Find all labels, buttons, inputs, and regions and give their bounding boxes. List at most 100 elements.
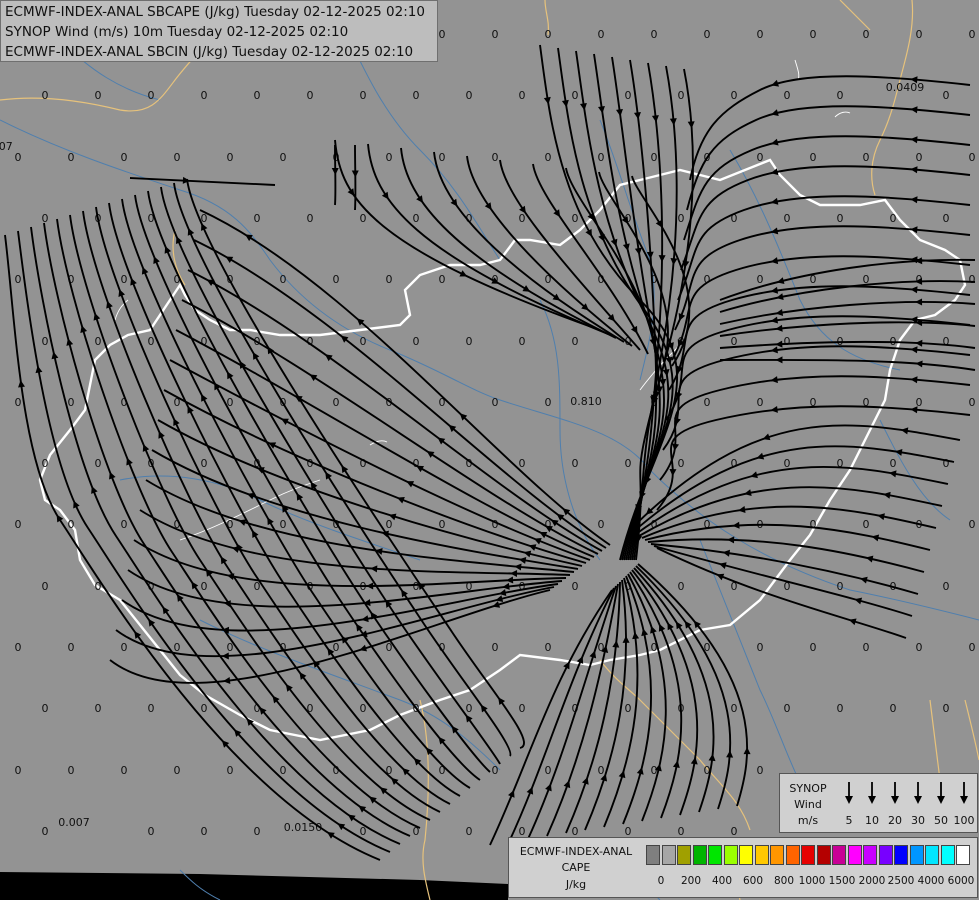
grid-value-label: 0 — [42, 580, 49, 593]
grid-value-label: 0 — [466, 335, 473, 348]
grid-value-label: 0 — [15, 273, 22, 286]
grid-value-label: 0 — [678, 457, 685, 470]
grid-value-label: 0 — [519, 335, 526, 348]
grid-value-label: 0 — [572, 212, 579, 225]
wind-legend-speed: 50 — [934, 814, 948, 827]
cape-tick-label: 2500 — [887, 875, 915, 887]
grid-value-label: 0 — [201, 825, 208, 838]
cape-color-swatch — [661, 845, 676, 865]
grid-value-label: 0 — [625, 89, 632, 102]
grid-value-label: 0 — [519, 89, 526, 102]
cape-color-swatch — [909, 845, 924, 865]
grid-value-label: 0 — [386, 518, 393, 531]
grid-value-label: 0 — [386, 151, 393, 164]
grid-value-label: 0 — [492, 764, 499, 777]
grid-value-label: 0 — [545, 396, 552, 409]
cape-color-swatch — [692, 845, 707, 865]
grid-value-label: 0 — [121, 764, 128, 777]
grid-value-label: 0 — [121, 641, 128, 654]
grid-value-label: 0 — [784, 335, 791, 348]
grid-value-label: 0 — [42, 335, 49, 348]
grid-value-label: 0 — [15, 396, 22, 409]
grid-value-label: 0 — [969, 641, 976, 654]
grid-value-label: 0 — [68, 764, 75, 777]
grid-value-label: 0 — [121, 518, 128, 531]
map-viewport[interactable]: 0 0 0 0 0 0 0 0 0 0 0 0 0 0 0 0 0 0 0 0 0 0 0 0 0 0 0 0 0 0 0 0 0 0 0 0 0 0 0 0… — [0, 0, 979, 900]
grid-value-label: 0 — [15, 151, 22, 164]
cape-color-swatch — [739, 845, 753, 865]
value-label: 0.810 — [570, 395, 602, 408]
wind-arrow-icon — [891, 782, 899, 804]
grid-value-label: 0 — [598, 28, 605, 41]
cape-color-swatch — [894, 845, 908, 865]
title-line-cape: ECMWF-INDEX-ANAL SBCAPE (J/kg) Tuesday 0… — [5, 4, 425, 20]
grid-value-label: 0 — [413, 89, 420, 102]
grid-value-label: 0 — [68, 518, 75, 531]
grid-value-label: 0 — [545, 151, 552, 164]
grid-value-label: 0 — [439, 151, 446, 164]
grid-value-label: 0 — [757, 273, 764, 286]
grid-value-label: 0 — [519, 702, 526, 715]
grid-value-label: 0 — [810, 28, 817, 41]
grid-value-label: 0 — [492, 28, 499, 41]
grid-value-label: 0 — [201, 702, 208, 715]
wind-legend-entry: 10 — [861, 780, 883, 830]
wind-legend-entry: 50 — [930, 780, 952, 830]
grid-value-label: 0 — [943, 702, 950, 715]
cape-color-swatch — [785, 845, 800, 865]
grid-value-label: 0 — [227, 151, 234, 164]
grid-value-label: 0 — [757, 764, 764, 777]
grid-value-label: 0 — [201, 457, 208, 470]
grid-value-label: 0 — [784, 702, 791, 715]
grid-value-label: 0 — [492, 151, 499, 164]
grid-value-label: 0 — [333, 273, 340, 286]
cape-color-swatch — [770, 845, 784, 865]
grid-value-label: 0 — [837, 212, 844, 225]
grid-value-label: 0 — [201, 89, 208, 102]
cape-color-swatch — [847, 845, 862, 865]
cape-color-swatch — [708, 845, 722, 865]
title-line-wind: SYNOP Wind (m/s) 10m Tuesday 02-12-2025 … — [5, 24, 349, 40]
grid-value-label: 0 — [307, 212, 314, 225]
title-box: ECMWF-INDEX-ANAL SBCAPE (J/kg) Tuesday 0… — [0, 0, 438, 62]
wind-legend-speed: 20 — [888, 814, 902, 827]
weather-map[interactable]: 0 0 0 0 0 0 0 0 0 0 0 0 0 0 0 0 0 0 0 0 0 0 0 0 0 0 0 0 0 0 0 0 0 0 0 0 0 0 0 0… — [0, 0, 979, 900]
grid-value-label: 0 — [757, 396, 764, 409]
cape-color-swatch — [863, 845, 877, 865]
grid-value-label: 0 — [678, 89, 685, 102]
cape-color-swatch — [677, 845, 691, 865]
grid-value-label: 0 — [42, 702, 49, 715]
grid-value-label: 0 — [307, 89, 314, 102]
cape-tick-label: 200 — [680, 875, 702, 887]
grid-value-label: 0 — [651, 151, 658, 164]
grid-value-label: 0 — [572, 89, 579, 102]
title-line-cin: ECMWF-INDEX-ANAL SBCIN (J/kg) Tuesday 02… — [5, 44, 414, 60]
grid-value-label: 0 — [174, 764, 181, 777]
cape-legend: ECMWF-INDEX-ANAL CAPE J/kg 0 200 400 600 800… — [508, 837, 978, 898]
wind-arrow-icon — [914, 782, 922, 804]
wind-legend-unit: m/s — [797, 814, 819, 827]
grid-value-label: 0 — [95, 89, 102, 102]
grid-value-label: 0 — [42, 457, 49, 470]
grid-value-label: 0 — [969, 273, 976, 286]
grid-value-label: 0 — [148, 825, 155, 838]
grid-value-label: 0 — [890, 212, 897, 225]
grid-value-label: 0 — [492, 641, 499, 654]
grid-value-label: 0 — [68, 396, 75, 409]
grid-value-label: 0 — [625, 702, 632, 715]
grid-value-label: 0 — [148, 702, 155, 715]
grid-value-label: 0 — [943, 212, 950, 225]
grid-value-label: 0 — [95, 457, 102, 470]
grid-value-label: 0 — [280, 518, 287, 531]
wind-legend-entry: 5 — [838, 780, 860, 830]
grid-value-label: 0 — [519, 457, 526, 470]
grid-value-label: 0 — [439, 273, 446, 286]
grid-value-label: 0 — [280, 764, 287, 777]
cape-color-swatch — [646, 845, 660, 865]
grid-value-label: 0 — [810, 641, 817, 654]
grid-value-label: 0 — [863, 641, 870, 654]
grid-value-label: 0 — [148, 89, 155, 102]
wind-legend-entry: 20 — [884, 780, 906, 830]
grid-value-label: 0 — [545, 764, 552, 777]
cape-color-swatch — [723, 845, 738, 865]
